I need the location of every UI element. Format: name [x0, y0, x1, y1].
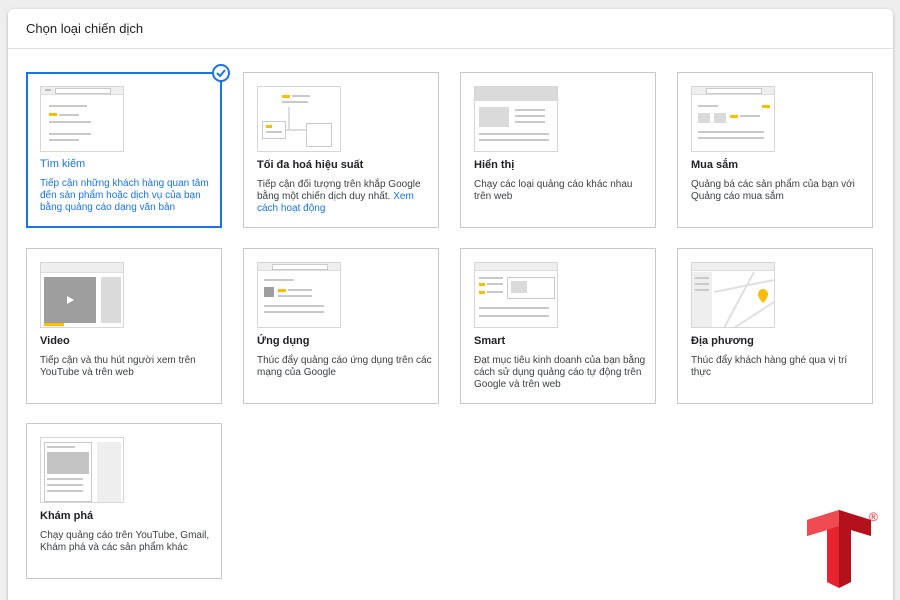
campaign-card-shopping[interactable]: Mua sắm Quảng bá các sản phẩm của bạn vớ… [677, 72, 873, 228]
card-title: Video [40, 335, 70, 347]
check-circle-icon [212, 64, 230, 82]
panel-header: Chọn loại chiến dịch [8, 9, 893, 49]
performance-max-thumbnail-icon [257, 86, 341, 152]
shopping-ad-thumbnail-icon [691, 86, 775, 152]
campaign-card-app[interactable]: Ứng dụng Thúc đẩy quảng cáo ứng dụng trê… [243, 248, 439, 404]
card-title: Ứng dụng [257, 335, 310, 347]
card-title: Mua sắm [691, 159, 739, 171]
card-description: Quảng bá các sản phẩm của bạn với Quảng … [691, 179, 855, 202]
discovery-ad-thumbnail-icon [40, 437, 124, 503]
campaign-card-video[interactable]: Video Tiếp cận và thu hút người xem trên… [26, 248, 222, 404]
card-description: Tiếp cận những khách hàng quan tâm đến s… [40, 178, 209, 213]
brand-logo: ® [805, 510, 878, 590]
card-description: Chạy quảng cáo trên YouTube, Gmail, Khám… [40, 530, 210, 553]
campaign-card-smart[interactable]: Smart Đạt mục tiêu kinh doanh của bạn bằ… [460, 248, 656, 404]
card-title: Khám phá [40, 510, 94, 522]
card-description: Tiếp cận đối tượng trên khắp Google bằng… [257, 179, 421, 214]
campaign-card-search[interactable]: Tìm kiếm Tiếp cận những khách hàng quan … [26, 64, 230, 228]
search-ad-thumbnail-icon [40, 86, 124, 152]
display-ad-thumbnail-icon [474, 86, 558, 152]
card-title: Smart [474, 335, 506, 347]
card-description: Thúc đẩy quảng cáo ứng dụng trên các mạn… [257, 355, 432, 378]
registered-mark: ® [869, 510, 878, 524]
card-description: Đạt mục tiêu kinh doanh của bạn bằng các… [474, 355, 646, 390]
campaign-card-discovery[interactable]: Khám phá Chạy quảng cáo trên YouTube, Gm… [26, 423, 222, 579]
campaign-card-display[interactable]: Hiển thị Chạy các loại quảng cáo khác nh… [460, 72, 656, 228]
campaign-type-panel: Chọn loại chiến dịch Tìm kiếm Tiếp cận n… [8, 9, 893, 600]
app-ad-thumbnail-icon [257, 262, 341, 328]
card-title: Tìm kiếm [40, 158, 86, 170]
smart-ad-thumbnail-icon [474, 262, 558, 328]
card-description: Thúc đẩy khách hàng ghé qua vị trí thực [691, 355, 848, 378]
local-ad-thumbnail-icon [691, 262, 775, 328]
card-title: Địa phương [691, 335, 754, 347]
campaign-card-performance-max[interactable]: Tối đa hoá hiệu suất Tiếp cận đối tượng … [243, 72, 439, 228]
card-description: Chạy các loại quảng cáo khác nhau trên w… [474, 179, 633, 202]
card-description: Tiếp cận và thu hút người xem trên YouTu… [40, 355, 196, 378]
page-title: Chọn loại chiến dịch [26, 21, 144, 36]
card-title: Hiển thị [474, 159, 515, 171]
video-ad-thumbnail-icon [40, 262, 124, 328]
card-title: Tối đa hoá hiệu suất [257, 159, 364, 171]
campaign-card-local[interactable]: Địa phương Thúc đẩy khách hàng ghé qua v… [677, 248, 873, 404]
